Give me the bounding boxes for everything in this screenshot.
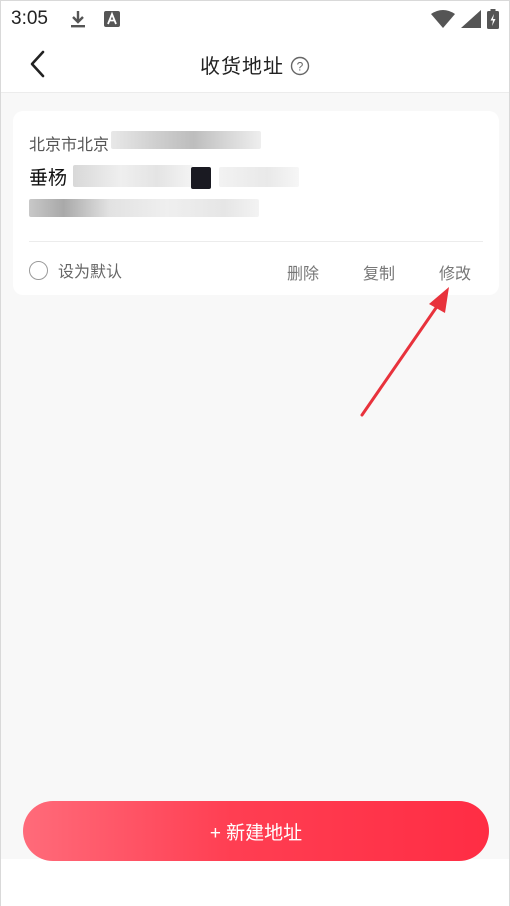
- status-bar: 3:05: [1, 1, 509, 37]
- bottom-safe-area: [1, 859, 509, 906]
- copy-button[interactable]: 复制: [363, 260, 395, 284]
- page-title: 收货地址: [200, 56, 284, 78]
- battery-icon: [487, 9, 499, 29]
- status-time: 3:05: [11, 8, 48, 29]
- card-divider: [29, 241, 483, 242]
- address-detail-text: 垂杨: [29, 168, 68, 189]
- chevron-left-icon: [30, 50, 45, 78]
- status-system-icons: [431, 9, 499, 29]
- new-address-button[interactable]: + 新建地址: [23, 801, 489, 861]
- redacted-detail-block: [191, 167, 211, 189]
- redacted-contact: [29, 199, 259, 217]
- address-card[interactable]: 北京市北京 垂杨 设为默认 删除 复制 修改: [13, 111, 499, 295]
- address-region-text: 北京市北京: [29, 137, 110, 154]
- redacted-region-rest: [111, 131, 261, 149]
- a-icon: [103, 11, 120, 27]
- address-region: 北京市北京: [29, 131, 109, 155]
- signal-icon: [461, 10, 481, 28]
- redacted-detail-tail: [219, 167, 299, 187]
- address-detail: 垂杨: [29, 163, 67, 190]
- delete-button[interactable]: 删除: [287, 260, 319, 284]
- new-address-label: + 新建地址: [209, 822, 303, 844]
- redacted-detail-blur: [73, 165, 193, 187]
- status-notification-icons: [70, 10, 120, 28]
- set-default-toggle[interactable]: 设为默认: [29, 258, 122, 282]
- edit-button[interactable]: 修改: [439, 260, 471, 284]
- wifi-icon: [431, 10, 455, 28]
- back-button[interactable]: [23, 49, 53, 79]
- radio-unchecked-icon[interactable]: [29, 260, 48, 280]
- svg-text:?: ?: [297, 60, 304, 74]
- download-icon: [70, 11, 85, 28]
- nav-bar: 收货地址 ?: [1, 37, 509, 93]
- set-default-label: 设为默认: [58, 264, 123, 281]
- question-circle-icon[interactable]: ?: [290, 56, 310, 76]
